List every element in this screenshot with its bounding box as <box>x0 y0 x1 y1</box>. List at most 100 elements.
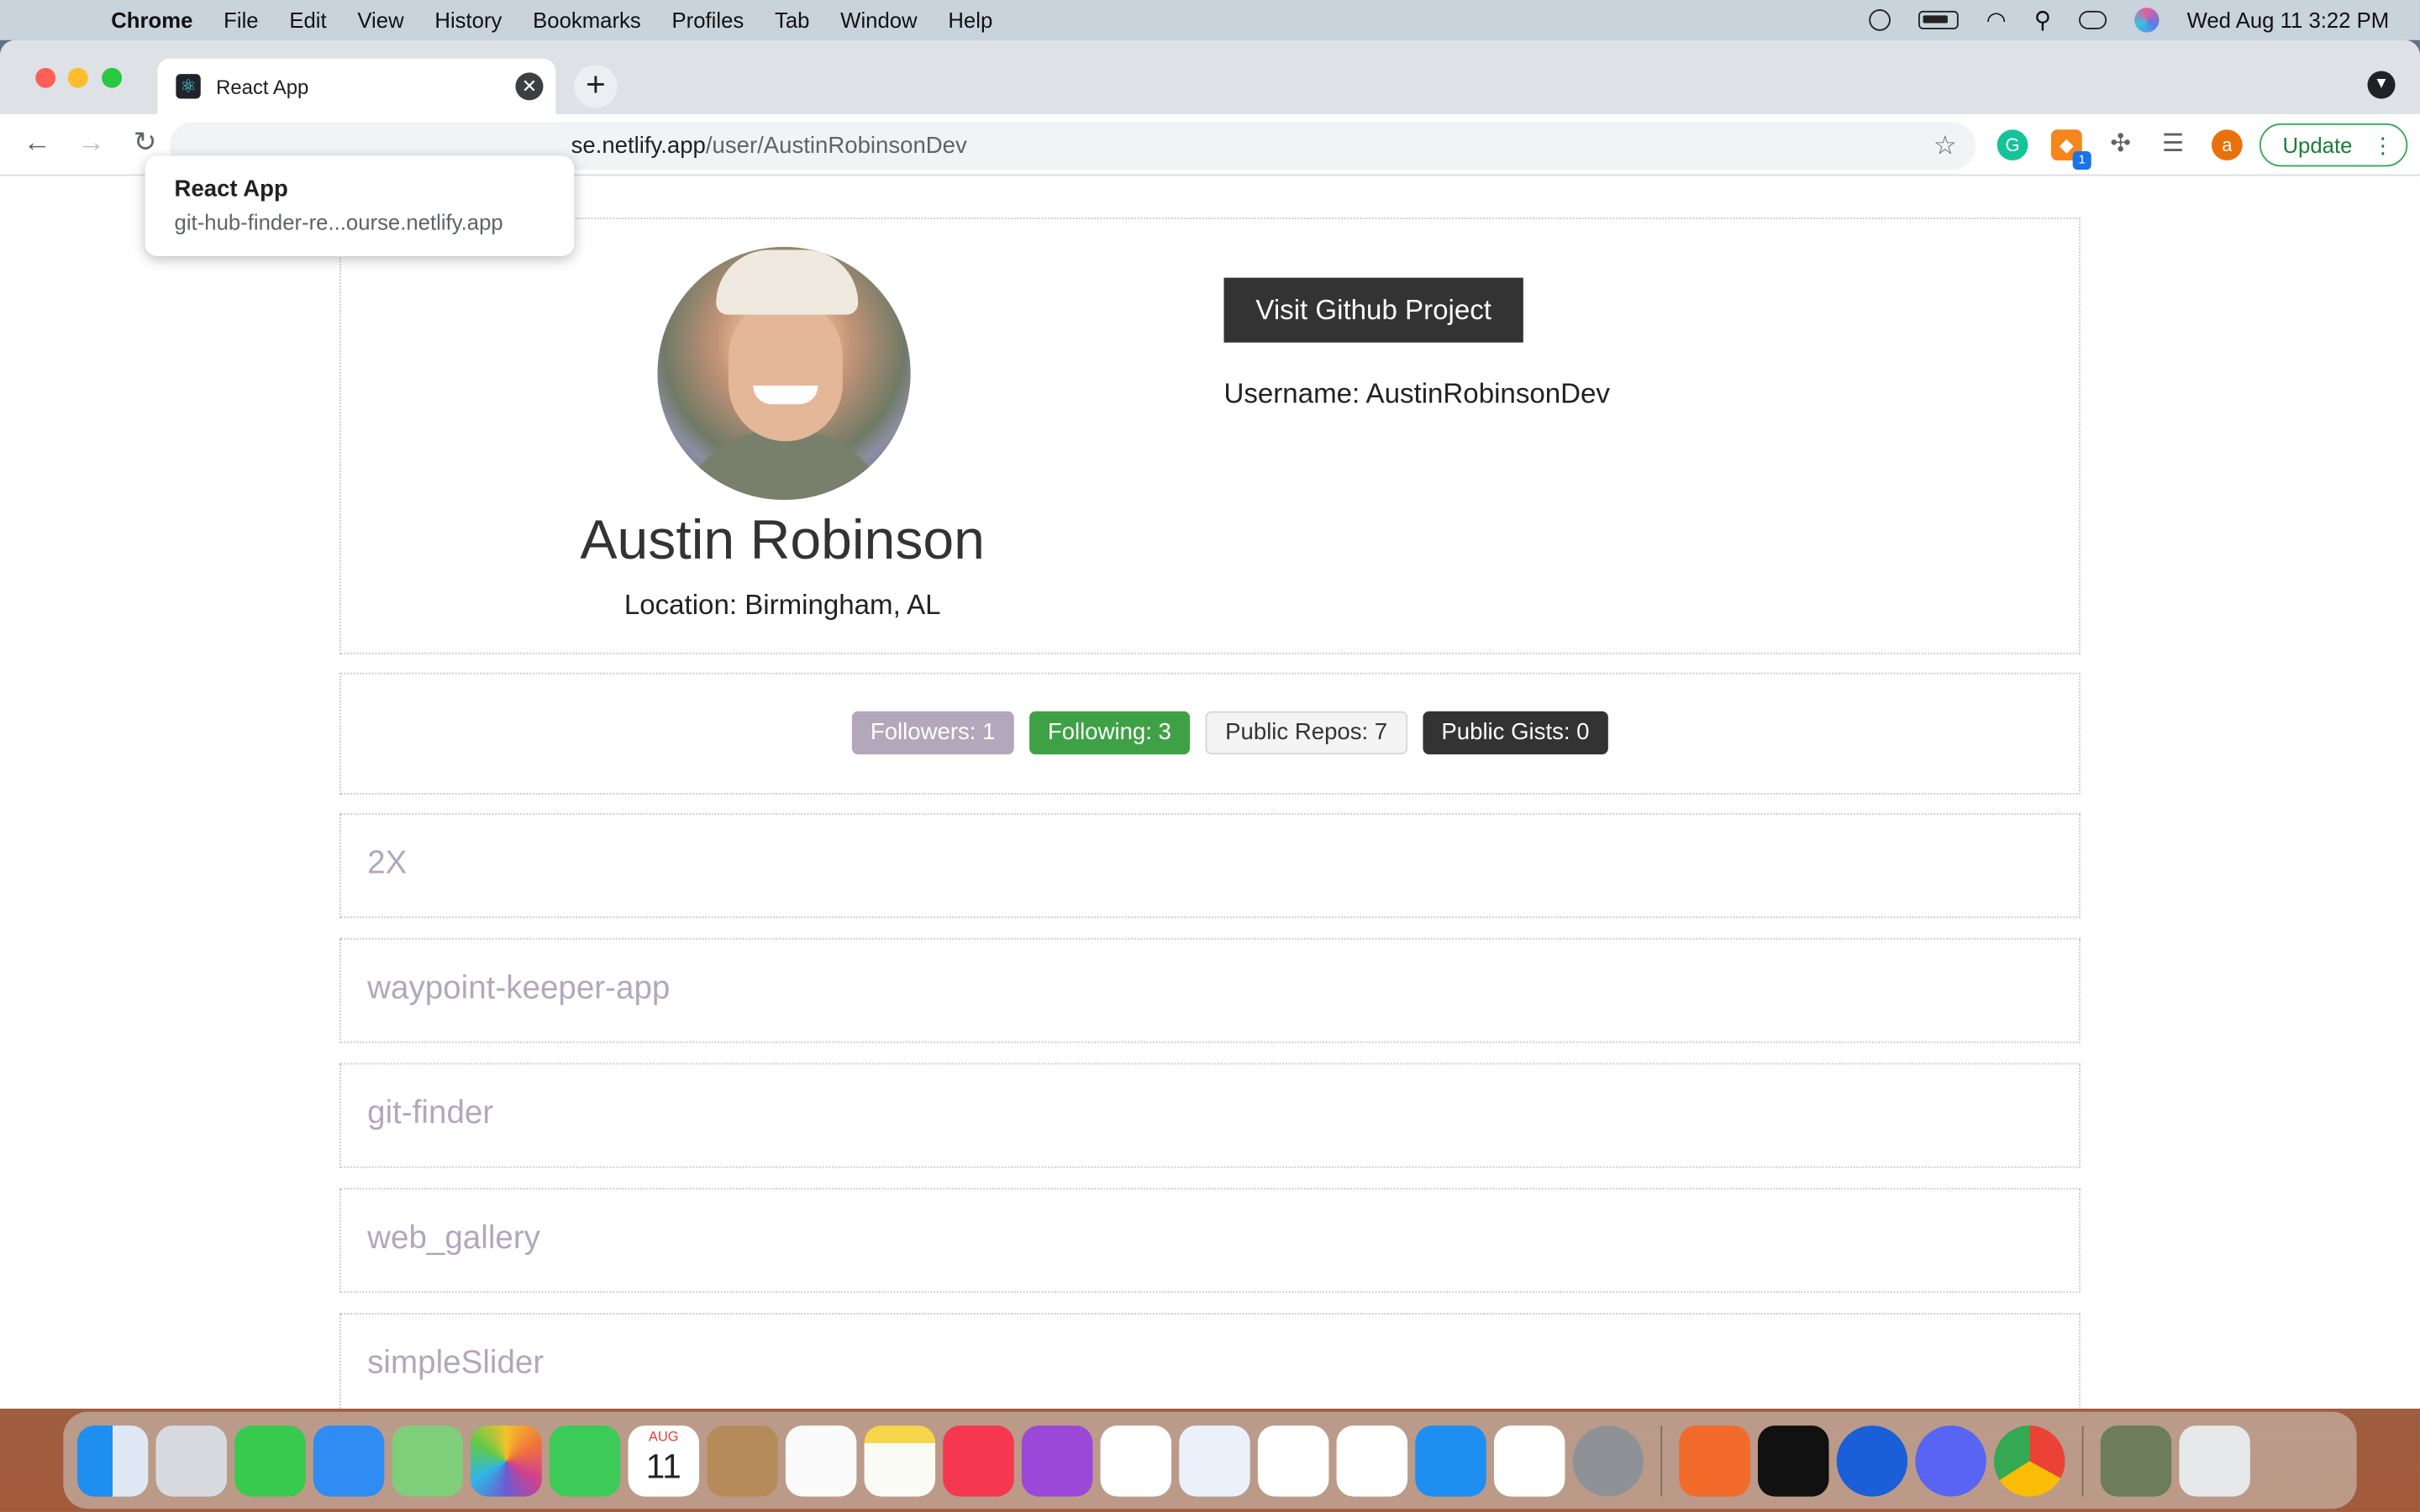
menu-app-name[interactable]: Chrome <box>96 8 208 32</box>
terminal-icon[interactable] <box>1758 1425 1829 1496</box>
menubar-clock[interactable]: Wed Aug 11 3:22 PM <box>2187 8 2390 32</box>
music-icon[interactable] <box>943 1425 1014 1496</box>
chrome-icon[interactable] <box>1994 1425 2065 1496</box>
repo-link[interactable]: web_gallery <box>367 1221 540 1257</box>
page-content: Austin Robinson Location: Birmingham, AL… <box>0 177 2420 1409</box>
extensions-puzzle-icon[interactable]: ✣ <box>2105 129 2136 160</box>
notes-icon[interactable] <box>864 1425 936 1496</box>
battery-icon[interactable] <box>1918 10 1959 29</box>
menu-bookmarks[interactable]: Bookmarks <box>518 8 656 32</box>
dock-separator <box>2081 1425 2084 1496</box>
menu-edit[interactable]: Edit <box>274 8 342 32</box>
status-area: ◠ ⚲ Wed Aug 11 3:22 PM <box>1869 0 2389 40</box>
sourcetree-icon[interactable] <box>1836 1425 1908 1496</box>
tab-hover-card: React App git-hub-finder-re...ourse.netl… <box>145 155 575 256</box>
menu-file[interactable]: File <box>208 8 274 32</box>
menu-help[interactable]: Help <box>933 8 1008 32</box>
repo-item: simpleSlider <box>339 1313 2081 1409</box>
forward-arrow-icon[interactable]: → <box>72 127 109 160</box>
sketch-icon[interactable] <box>1679 1425 1750 1496</box>
profile-avatar[interactable]: a <box>2211 129 2243 161</box>
bookmark-star-icon[interactable]: ☆ <box>1933 122 1957 170</box>
close-window-button[interactable] <box>35 67 56 88</box>
vscode-icon[interactable] <box>1493 1425 1565 1496</box>
wifi-icon[interactable]: ◠ <box>1986 6 2007 34</box>
new-tab-button[interactable]: + <box>574 65 618 108</box>
mail-icon[interactable] <box>313 1425 385 1496</box>
public-repos-badge: Public Repos: 7 <box>1205 711 1408 755</box>
messages-icon[interactable] <box>234 1425 306 1496</box>
following-badge: Following: 3 <box>1028 711 1190 755</box>
app-store-icon[interactable] <box>1415 1425 1486 1496</box>
repo-link[interactable]: simpleSlider <box>367 1346 544 1383</box>
finder-icon[interactable] <box>76 1425 149 1496</box>
address-url[interactable]: se.netlify.app/user/AustinRobinsonDev <box>571 122 967 170</box>
dock: AUG 11 <box>63 1411 2357 1509</box>
reload-icon[interactable]: ↻ <box>127 127 164 160</box>
tooltip-url: git-hub-finder-re...ourse.netlify.app <box>174 209 503 235</box>
repo-item: web_gallery <box>339 1188 2081 1294</box>
profile-card: Austin Robinson Location: Birmingham, AL… <box>339 217 2081 654</box>
tab-strip: ⚛ React App ✕ + ▼ <box>0 39 2420 114</box>
repo-link[interactable]: waypoint-keeper-app <box>367 970 670 1007</box>
calendar-day: 11 <box>645 1446 681 1485</box>
metamask-extension-icon[interactable]: ◆ 1 <box>2050 129 2091 171</box>
siri-icon[interactable] <box>2134 8 2160 33</box>
repo-link[interactable]: 2X <box>367 846 407 883</box>
back-arrow-icon[interactable]: ← <box>18 127 55 160</box>
tab-title: React App <box>216 75 309 98</box>
launchpad-icon[interactable] <box>155 1425 227 1496</box>
tab-react-app[interactable]: ⚛ React App ✕ <box>157 58 556 114</box>
screen-record-icon[interactable] <box>1869 9 1891 31</box>
numbers-icon[interactable] <box>1257 1425 1329 1496</box>
repo-item: waypoint-keeper-app <box>339 937 2081 1043</box>
stats-badges: Followers: 1 Following: 3 Public Repos: … <box>851 711 1608 755</box>
media-controls-icon[interactable]: ☰ <box>2158 129 2189 160</box>
zoom-window-button[interactable] <box>102 67 123 88</box>
menu-window[interactable]: Window <box>825 8 933 32</box>
podcasts-icon[interactable] <box>1021 1425 1093 1496</box>
visit-github-button[interactable]: Visit Github Project <box>1223 277 1523 343</box>
menu-history[interactable]: History <box>419 8 518 32</box>
avatar-smile <box>753 386 818 405</box>
minimize-window-button[interactable] <box>67 67 88 88</box>
url-host: se.netlify.app <box>571 132 706 160</box>
menu-profiles[interactable]: Profiles <box>656 8 759 32</box>
photos-icon[interactable] <box>471 1425 542 1496</box>
contacts-icon[interactable] <box>707 1425 778 1496</box>
spotlight-search-icon[interactable]: ⚲ <box>2034 6 2051 34</box>
repo-link[interactable]: git-finder <box>367 1095 493 1132</box>
tooltip-title: React App <box>174 176 288 202</box>
maps-icon[interactable] <box>392 1425 464 1496</box>
update-button[interactable]: Update ⋮ <box>2259 123 2408 167</box>
pages-icon[interactable] <box>1336 1425 1408 1496</box>
menu-tab[interactable]: Tab <box>760 8 825 32</box>
keynote-icon[interactable] <box>1179 1425 1250 1496</box>
trash-icon[interactable] <box>2179 1425 2250 1496</box>
grammarly-extension-icon[interactable]: G <box>1996 129 2028 161</box>
repo-item: 2X <box>339 812 2081 918</box>
calendar-icon[interactable]: AUG 11 <box>628 1425 700 1496</box>
extension-badge: 1 <box>2072 150 2091 171</box>
stats-card: Followers: 1 Following: 3 Public Repos: … <box>339 672 2081 795</box>
screen: Chrome File Edit View History Bookmarks … <box>0 0 2420 1512</box>
facetime-icon[interactable] <box>549 1425 621 1496</box>
avatar <box>657 246 911 501</box>
user-username: Username: AustinRobinsonDev <box>1223 377 1610 409</box>
menu-view[interactable]: View <box>342 8 419 32</box>
reminders-icon[interactable] <box>785 1425 857 1496</box>
url-path: /user/AustinRobinsonDev <box>705 132 967 160</box>
followers-badge: Followers: 1 <box>851 711 1014 755</box>
tab-search-icon[interactable]: ▼ <box>2367 71 2396 99</box>
news-icon[interactable] <box>1100 1425 1172 1496</box>
preview-image-icon[interactable] <box>2100 1425 2172 1496</box>
react-favicon-icon: ⚛ <box>176 74 201 99</box>
system-preferences-icon[interactable] <box>1572 1425 1644 1496</box>
repo-item: git-finder <box>339 1063 2081 1168</box>
user-location: Location: Birmingham, AL <box>623 589 941 621</box>
more-menu-icon[interactable]: ⋮ <box>2372 125 2394 165</box>
public-gists-badge: Public Gists: 0 <box>1423 711 1608 755</box>
control-center-icon[interactable] <box>2079 10 2107 29</box>
discord-icon[interactable] <box>1915 1425 1986 1496</box>
close-tab-icon[interactable]: ✕ <box>515 72 544 101</box>
